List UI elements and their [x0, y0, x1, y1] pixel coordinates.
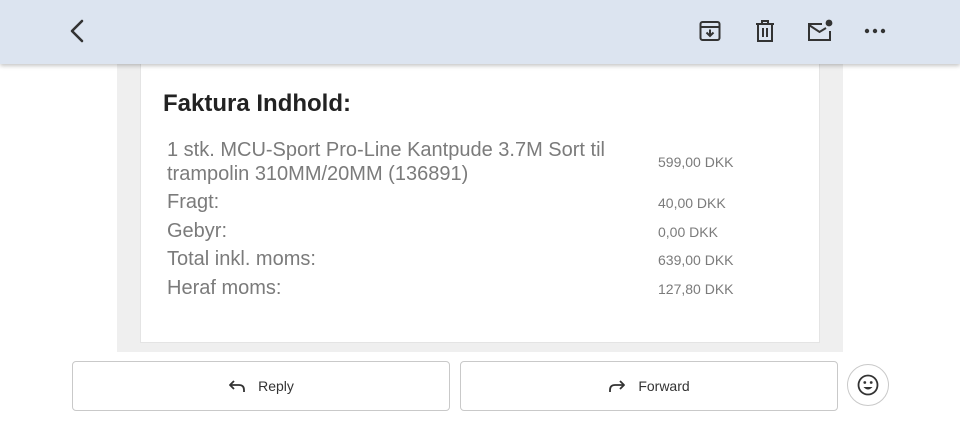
emoji-reaction-button[interactable]: [847, 364, 889, 406]
top-app-bar: [0, 0, 960, 64]
item-label: Fragt:: [167, 191, 220, 213]
forward-button[interactable]: Forward: [460, 361, 838, 411]
item-label: Heraf moms:: [167, 277, 282, 299]
more-options-button[interactable]: [858, 14, 892, 48]
mark-unread-button[interactable]: [803, 14, 837, 48]
forward-arrow-icon: [609, 380, 626, 392]
item-amount: 40,00 DKK: [658, 195, 726, 211]
item-label: Total inkl. moms:: [167, 248, 316, 270]
item-label: 1 stk. MCU-Sport Pro-Line Kantpude 3.7M …: [167, 139, 605, 185]
back-arrow-icon: [70, 19, 84, 43]
reply-label: Reply: [258, 378, 294, 394]
invoice-card: Faktura Indhold: 1 stk. MCU-Sport Pro-Li…: [140, 64, 820, 343]
smiley-icon: [857, 374, 879, 396]
item-amount: 127,80 DKK: [658, 281, 734, 297]
archive-icon: [699, 21, 721, 41]
trash-icon: [756, 20, 774, 42]
item-label: Gebyr:: [167, 220, 228, 242]
reply-button[interactable]: Reply: [72, 361, 450, 411]
delete-button[interactable]: [748, 14, 782, 48]
item-amount: 599,00 DKK: [658, 154, 734, 170]
archive-button[interactable]: [693, 14, 727, 48]
item-amount: 0,00 DKK: [658, 224, 718, 240]
back-button[interactable]: [61, 14, 95, 48]
forward-label: Forward: [638, 378, 690, 394]
mark-unread-icon: [808, 19, 833, 41]
email-body-frame: Faktura Indhold: 1 stk. MCU-Sport Pro-Li…: [117, 64, 843, 352]
item-amount: 639,00 DKK: [658, 252, 734, 268]
reply-arrow-icon: [229, 380, 245, 392]
invoice-heading: Faktura Indhold:: [163, 90, 351, 117]
more-options-icon: [864, 28, 886, 34]
